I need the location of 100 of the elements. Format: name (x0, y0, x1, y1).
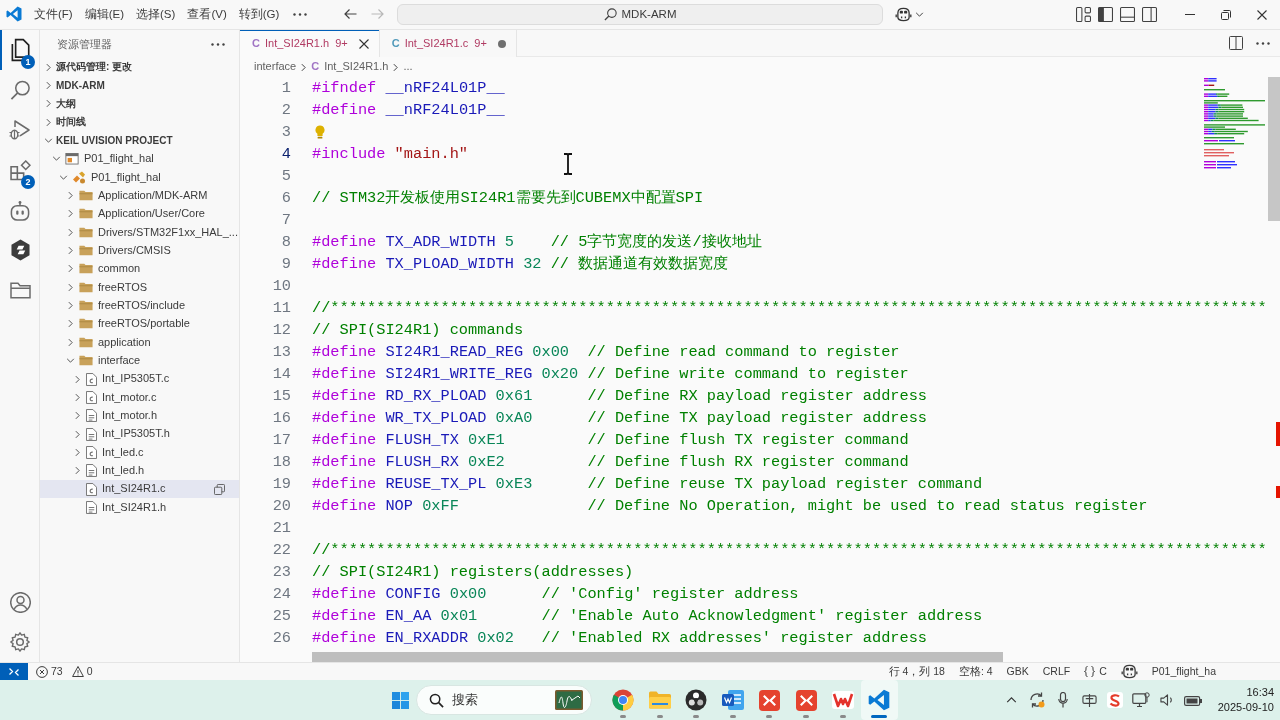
run-debug-icon (9, 119, 31, 141)
activity-bar-button[interactable]: 2 (0, 150, 40, 190)
tree-item[interactable]: Application/MDK-ARM (40, 186, 239, 205)
file-icon (86, 464, 97, 478)
app-logo-icon (6, 6, 22, 23)
app-icon (759, 689, 781, 711)
code-line: // STM32开发板使用SI24R1需要先到CUBEMX中配置SPI (312, 188, 704, 208)
tree-item[interactable]: Application/User/Core (40, 204, 239, 224)
copy-icon[interactable] (214, 483, 225, 495)
more-icon[interactable] (293, 13, 308, 16)
status-item[interactable]: CRLF (1042, 665, 1071, 678)
clock-time[interactable]: 16:34 (1206, 685, 1274, 700)
lightbulb-icon[interactable] (315, 125, 325, 139)
chevron-up-icon[interactable] (1005, 697, 1017, 703)
tree-item[interactable]: freeRTOS/include (40, 296, 239, 315)
close-icon[interactable] (1257, 9, 1267, 20)
sidebar-toggle-icon[interactable] (1097, 7, 1113, 22)
tree-item[interactable]: freeRTOS (40, 278, 239, 297)
editor-tab[interactable]: C Int_SI24R1.c 9+ (379, 30, 517, 57)
tree-item[interactable]: P01_flight_hal (40, 149, 239, 169)
chevron-down-icon[interactable] (915, 12, 924, 17)
tree-item[interactable]: P01_flight_hal (40, 168, 239, 187)
error-count[interactable]: 73 (51, 665, 63, 678)
back-arrow-icon[interactable] (344, 9, 357, 20)
tree-item[interactable]: Int_motor.h (40, 406, 239, 425)
language-mode[interactable]: C (1099, 665, 1107, 678)
microphone-icon[interactable] (1058, 692, 1068, 708)
panel-toggle-icon[interactable] (1119, 7, 1135, 22)
tree-item[interactable]: Drivers/STM32F1xx_HAL_... (40, 223, 239, 242)
more-icon[interactable] (211, 42, 225, 46)
battery-icon[interactable] (1183, 694, 1203, 706)
tree-item[interactable]: Int_SI24R1.c (40, 479, 239, 499)
status-item[interactable]: GBK (1006, 665, 1029, 678)
menu-item[interactable]: 转到(G) (232, 5, 286, 24)
sidebar-toggle-icon[interactable] (1141, 7, 1157, 22)
search-field[interactable]: 搜索 (452, 692, 542, 708)
command-center[interactable]: MDK-ARM (397, 4, 883, 25)
goggles-icon[interactable] (895, 7, 912, 22)
speaker-icon[interactable] (1159, 693, 1175, 707)
menu-item[interactable]: 选择(S) (130, 5, 182, 24)
tree-item[interactable]: Int_led.h (40, 461, 239, 480)
warning-icon[interactable] (71, 666, 84, 677)
tree-item[interactable]: common (40, 259, 239, 279)
sync-icon[interactable] (1028, 691, 1046, 709)
tree-item[interactable]: Drivers/CMSIS (40, 241, 239, 260)
menu-item[interactable]: 编辑(E) (78, 5, 131, 24)
breadcrumb-item[interactable]: Int_SI24R1.h (324, 60, 389, 74)
activity-bar-button[interactable]: 1 (0, 30, 40, 70)
chevron-right-icon (301, 62, 307, 72)
restore-icon[interactable] (1221, 9, 1231, 20)
account-icon[interactable] (9, 591, 31, 613)
goggles-icon[interactable] (1120, 664, 1138, 679)
search-box[interactable]: 搜索 (416, 685, 592, 715)
clock-date[interactable]: 2025-09-10 (1206, 700, 1274, 715)
braces-icon[interactable] (1084, 666, 1096, 677)
tree-item[interactable]: Int_motor.c (40, 388, 239, 407)
tree-item[interactable]: Int_IP5305T.c (40, 369, 239, 389)
section-header[interactable]: 大纲 (40, 94, 239, 114)
tree-item[interactable]: interface (40, 351, 239, 370)
line-number: 6 (280, 188, 291, 208)
tree-item[interactable]: application (40, 333, 239, 352)
monitor-icon[interactable] (1132, 692, 1150, 708)
taskbar-app-button[interactable] (861, 680, 898, 720)
tree-item[interactable]: Int_led.c (40, 443, 239, 462)
error-icon[interactable] (36, 665, 48, 678)
section-header[interactable]: MDK-ARM (40, 76, 239, 95)
scrollbar-thumb[interactable] (1268, 77, 1280, 221)
layout-icon[interactable] (1075, 7, 1091, 22)
minimap[interactable] (1202, 77, 1266, 170)
breadcrumb-item[interactable]: interface (254, 60, 297, 74)
line-number: 19 (271, 474, 291, 494)
tree-item[interactable]: Int_SI24R1.h (40, 498, 239, 517)
tree-item[interactable]: freeRTOS/portable (40, 314, 239, 334)
badge-count: 1 (21, 55, 35, 69)
scrollbar-thumb[interactable] (312, 652, 1003, 662)
section-header[interactable]: 时间线 (40, 113, 239, 132)
split-editor-icon[interactable] (1229, 36, 1243, 50)
status-item[interactable]: 空格: 4 (958, 665, 993, 678)
code-line: #define EN_AA 0x01 // 'Enable Auto Acknowledgment' register address (312, 606, 983, 626)
section-header[interactable]: 源代码管理: 更改 (40, 58, 239, 77)
code-line: #define TX_ADR_WIDTH 5 // 5字节宽度的发送/接收地址 (312, 232, 762, 252)
editor-tab[interactable]: C Int_SI24R1.h 9+ (240, 30, 380, 57)
warning-count[interactable]: 0 (86, 665, 93, 678)
tree-item[interactable]: Int_IP5305T.h (40, 424, 239, 444)
line-number: 22 (271, 540, 291, 560)
remote-button[interactable] (0, 662, 28, 681)
breadcrumb-item[interactable]: ... (403, 60, 413, 74)
menu-item[interactable]: 查看(V) (181, 5, 233, 24)
windows-logo-icon[interactable] (391, 691, 409, 709)
close-icon[interactable] (358, 38, 369, 49)
section-header[interactable]: KEIL UVISION PROJECT (40, 131, 239, 150)
menu-item[interactable]: 文件(F) (28, 5, 79, 24)
more-icon[interactable] (1256, 41, 1270, 45)
status-item[interactable]: 行 4，列 18 (888, 665, 945, 678)
settings-icon[interactable] (10, 632, 30, 652)
app-icon[interactable] (1107, 692, 1123, 708)
folder-icon (79, 355, 93, 367)
input-method-icon[interactable] (1081, 692, 1097, 708)
folder-icon (648, 691, 671, 709)
status-item[interactable]: P01_flight_ha (1151, 665, 1216, 678)
